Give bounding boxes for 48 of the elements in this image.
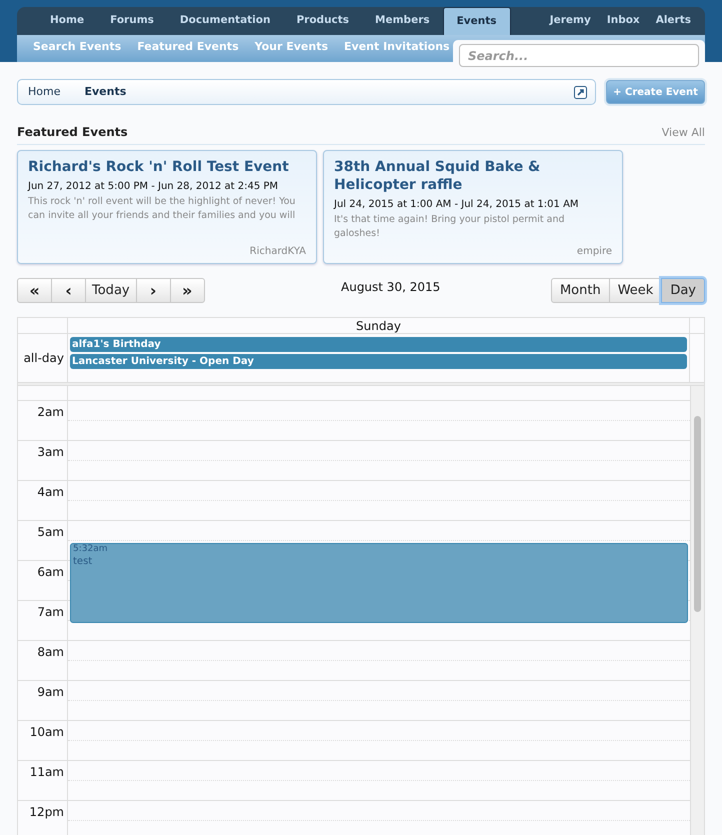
view-button[interactable]: Month xyxy=(550,278,610,303)
nav-tab[interactable]: Forums xyxy=(97,7,167,35)
hour-label: 9am xyxy=(37,684,64,701)
breadcrumb-link[interactable]: Events xyxy=(70,84,140,100)
external-link-icon[interactable] xyxy=(574,86,587,98)
event-dates: Jun 27, 2012 at 5:00 PM - Jun 28, 2012 at 2:45 PM xyxy=(28,180,280,194)
hour-label: 8am xyxy=(37,644,64,661)
breadcrumb-link[interactable]: Home xyxy=(18,84,70,100)
hour-label: 10am xyxy=(30,724,64,741)
calendar-nav-button[interactable]: « xyxy=(17,278,52,303)
hour-label: 7am xyxy=(37,604,64,621)
scrollbar[interactable] xyxy=(690,386,704,835)
event-title[interactable]: 38th Annual Squid Bake & Helicopter raffle xyxy=(334,158,612,194)
hour-label: 5am xyxy=(37,524,64,541)
hour-label: 3am xyxy=(37,444,64,461)
calendar-nav-button[interactable]: › xyxy=(136,278,171,303)
event-description: This rock 'n' roll event will be the highlight of never! You can invite all your friends and their families and you will xyxy=(28,195,296,223)
event-description: It's that time again! Bring your pistol permit and galoshes! xyxy=(334,213,566,241)
day-header: Sunday xyxy=(68,318,690,333)
nav-tab[interactable]: Home xyxy=(37,7,98,35)
calendar-nav-button[interactable]: ‹ xyxy=(51,278,86,303)
calendar-date: August 30, 2015 xyxy=(341,279,440,296)
featured-event-card[interactable] xyxy=(17,150,317,264)
hour-label: 6am xyxy=(37,564,64,581)
all-day-event[interactable]: alfa1's Birthday xyxy=(70,337,687,352)
nav-link[interactable]: Jeremy xyxy=(542,7,599,35)
hour-label: 11am xyxy=(30,764,64,781)
section-heading: Featured Events xyxy=(17,124,128,141)
nav-tab[interactable]: Events xyxy=(442,7,511,35)
event-time: 5:32am xyxy=(73,544,108,555)
nav-link[interactable]: Inbox xyxy=(598,7,648,35)
calendar-nav-button[interactable]: Today xyxy=(85,278,137,303)
calendar-nav-button[interactable]: » xyxy=(170,278,205,303)
view-button[interactable]: Day xyxy=(661,278,705,303)
hour-label: 2am xyxy=(37,404,64,421)
nav-tab[interactable]: Documentation xyxy=(166,7,284,35)
hour-label: 4am xyxy=(37,484,64,501)
featured-event-card[interactable]: 38th Annual Squid Bake & Helicopter raffle Jul 24, 2015 at 1:00 AM - Jul 24, 2015 at 1:01 AM It's that time again! Bring your pistol permit and galoshes! empire xyxy=(323,150,623,264)
nav-link[interactable]: Alerts xyxy=(648,7,699,35)
nav-tab[interactable]: Products xyxy=(283,7,362,35)
search-field[interactable]: Search... xyxy=(459,44,699,67)
all-day-label: all-day xyxy=(24,350,64,367)
event-dates: Jul 24, 2015 at 1:00 AM - Jul 24, 2015 at 1:01 AM xyxy=(334,198,580,212)
event-title[interactable]: Richard's Rock 'n' Roll Test Event xyxy=(28,158,306,176)
hour-label: 12pm xyxy=(29,804,64,821)
event-name: test xyxy=(73,555,94,568)
all-day-event[interactable]: Lancaster University - Open Day xyxy=(70,354,687,369)
nav-tab[interactable]: Members xyxy=(362,7,443,35)
